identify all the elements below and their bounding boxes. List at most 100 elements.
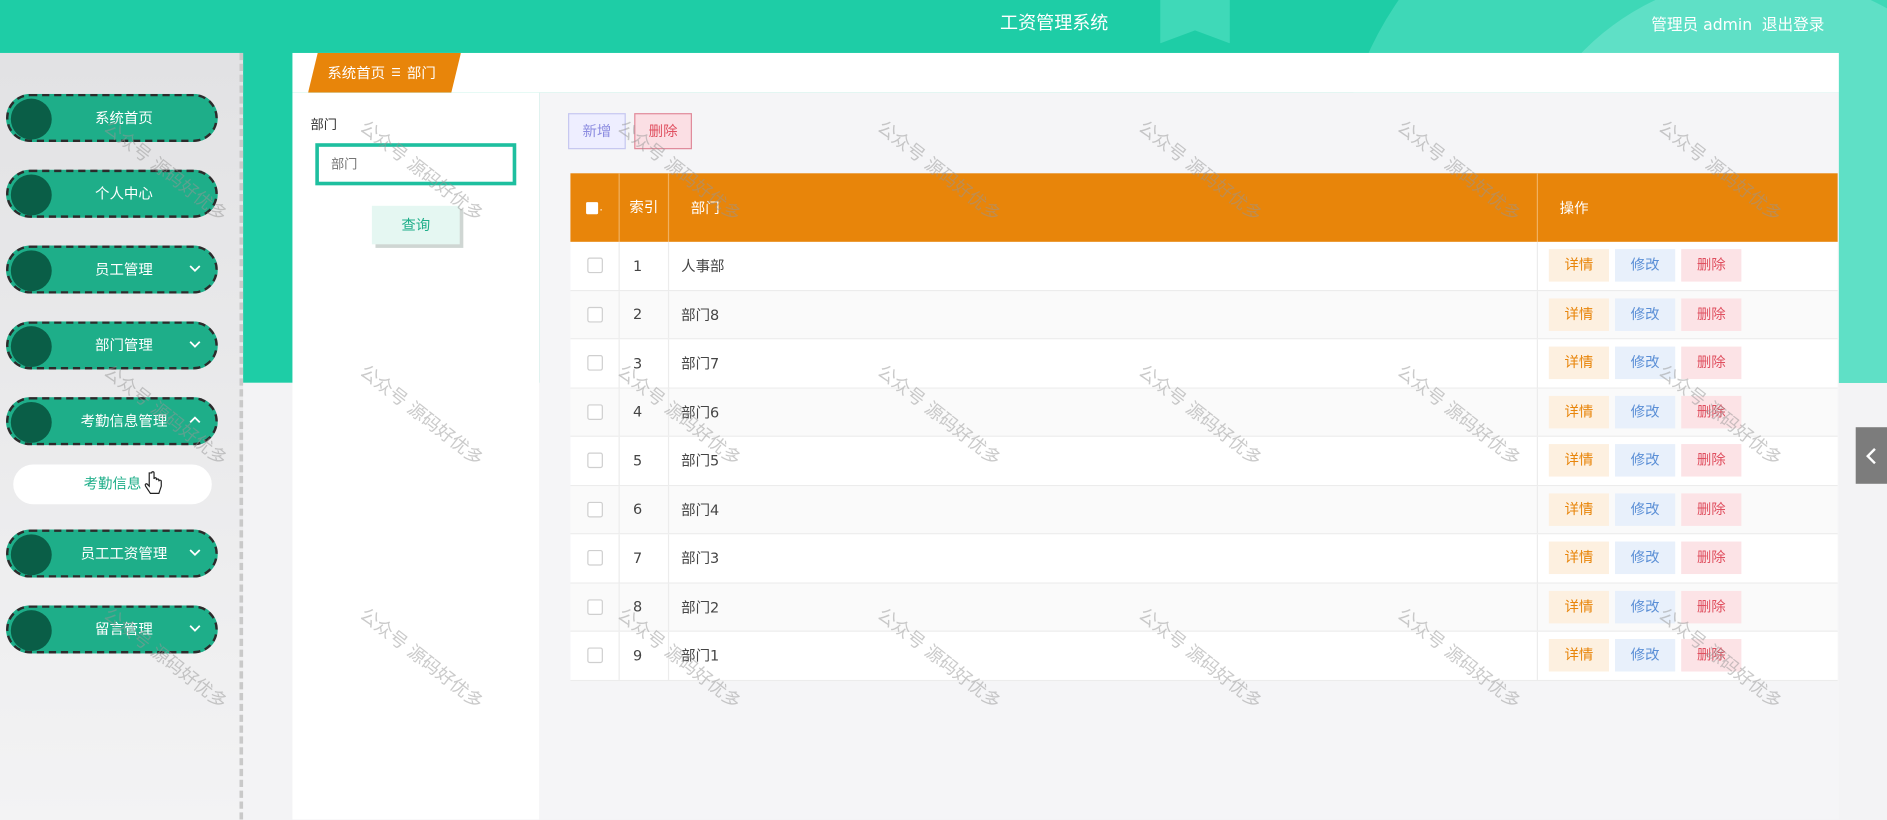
row-dept: 部门2 xyxy=(669,583,1538,631)
delete-button[interactable]: 删除 xyxy=(1681,590,1742,624)
batch-delete-button[interactable]: 删除 xyxy=(634,113,692,150)
table-header: . 索引 部门 操作 xyxy=(570,173,1838,242)
header-ops: 操作 xyxy=(1559,199,1589,217)
menu-dot-icon xyxy=(10,326,52,368)
row-select xyxy=(570,388,620,436)
row-checkbox[interactable] xyxy=(586,550,603,566)
header-index: 索引 xyxy=(620,173,670,242)
sidebar-item-profile[interactable]: 个人中心 xyxy=(6,169,218,218)
row-checkbox[interactable] xyxy=(586,257,603,274)
menu-dot-icon xyxy=(10,174,52,216)
collapse-tab[interactable] xyxy=(1855,427,1887,484)
row-checkbox[interactable] xyxy=(586,355,603,371)
row-ops: 详情 修改 删除 xyxy=(1538,242,1838,290)
row-index: 9 xyxy=(620,631,670,680)
detail-button[interactable]: 详情 xyxy=(1548,346,1609,380)
delete-button[interactable]: 删除 xyxy=(1681,541,1742,575)
detail-button[interactable]: 详情 xyxy=(1548,590,1609,624)
row-dept: 部门4 xyxy=(669,485,1538,534)
delete-button[interactable]: 删除 xyxy=(1681,395,1742,429)
sidebar-item-employees[interactable]: 员工管理 xyxy=(6,245,218,294)
row-checkbox[interactable] xyxy=(586,501,603,518)
row-checkbox[interactable] xyxy=(586,306,603,323)
detail-button[interactable]: 详情 xyxy=(1548,395,1609,429)
sidebar-item-home[interactable]: 系统首页 xyxy=(6,93,218,143)
detail-button[interactable]: 详情 xyxy=(1548,639,1609,672)
breadcrumb-home[interactable]: 系统首页 xyxy=(327,63,385,83)
edit-button[interactable]: 修改 xyxy=(1615,298,1676,331)
detail-button[interactable]: 详情 xyxy=(1548,249,1609,282)
search-label: 部门 xyxy=(310,116,337,133)
row-index: 4 xyxy=(620,388,670,436)
edit-button[interactable]: 修改 xyxy=(1615,590,1676,624)
detail-button[interactable]: 详情 xyxy=(1548,493,1609,526)
sidebar-item-salary[interactable]: 员工工资管理 xyxy=(6,529,218,578)
edit-button[interactable]: 修改 xyxy=(1615,444,1676,477)
table-row: 9 部门1 详情 修改 删除 xyxy=(570,631,1838,681)
sidebar-subitem-attendance-info[interactable]: 考勤信息 xyxy=(13,464,212,505)
chevron-down-icon xyxy=(189,625,201,632)
logout-link[interactable]: 退出登录 xyxy=(1762,12,1825,35)
delete-button[interactable]: 删除 xyxy=(1681,346,1742,380)
edit-button[interactable]: 修改 xyxy=(1615,541,1676,575)
row-select xyxy=(570,485,620,534)
row-checkbox[interactable] xyxy=(586,647,603,664)
delete-button[interactable]: 删除 xyxy=(1681,444,1742,477)
row-index: 1 xyxy=(620,241,670,290)
row-ops: 详情 修改 删除 xyxy=(1538,437,1838,485)
chevron-up-icon xyxy=(189,416,201,424)
delete-button[interactable]: 删除 xyxy=(1681,298,1742,331)
row-dept: 部门7 xyxy=(669,339,1538,387)
detail-button[interactable]: 详情 xyxy=(1548,298,1609,331)
delete-button[interactable]: 删除 xyxy=(1681,639,1742,672)
add-button[interactable]: 新增 xyxy=(568,113,626,150)
sidebar-item-departments[interactable]: 部门管理 xyxy=(6,321,218,370)
edit-button[interactable]: 修改 xyxy=(1615,346,1676,380)
select-all-checkbox[interactable] xyxy=(586,201,599,214)
sidebar-item-label: 个人中心 xyxy=(95,185,153,203)
user-area: 管理员 admin 退出登录 xyxy=(1651,12,1824,35)
query-button[interactable]: 查询 xyxy=(371,205,460,245)
user-label: 管理员 admin xyxy=(1651,16,1753,35)
row-dept: 人事部 xyxy=(669,241,1538,290)
row-ops: 详情 修改 删除 xyxy=(1538,291,1838,339)
row-ops: 详情 修改 删除 xyxy=(1538,486,1838,534)
row-checkbox[interactable] xyxy=(586,452,603,469)
delete-button[interactable]: 删除 xyxy=(1681,493,1742,526)
hand-cursor-icon xyxy=(144,471,162,495)
table-row: 6 部门4 详情 修改 删除 xyxy=(570,485,1838,535)
header-select-all[interactable]: . xyxy=(570,173,620,242)
search-panel xyxy=(292,92,540,820)
sidebar-item-attendance[interactable]: 考勤信息管理 xyxy=(6,397,218,446)
dept-search-input[interactable] xyxy=(315,143,517,186)
row-select xyxy=(570,339,620,387)
edit-button[interactable]: 修改 xyxy=(1615,493,1676,526)
row-checkbox[interactable] xyxy=(586,599,603,615)
detail-button[interactable]: 详情 xyxy=(1548,444,1609,477)
row-dept: 部门8 xyxy=(669,290,1538,339)
breadcrumb-separator-icon: ☰ xyxy=(391,66,401,79)
table-row: 1 人事部 详情 修改 删除 xyxy=(570,241,1838,291)
table-row: 2 部门8 详情 修改 删除 xyxy=(570,290,1838,340)
detail-button[interactable]: 详情 xyxy=(1548,541,1609,575)
dept-table: . 索引 部门 操作 1 人事部 详情 修改 删除 2 部门8 详情 修改 删除 3 部门7 详情 修改删… xyxy=(570,173,1838,681)
table-row: 8 部门2 详情 修改 删除 xyxy=(570,583,1838,632)
sidebar-item-messages[interactable]: 留言管理 xyxy=(6,605,218,654)
table-row: 3 部门7 详情 修改 删除 xyxy=(570,339,1838,389)
row-checkbox[interactable] xyxy=(586,404,603,420)
row-index: 8 xyxy=(620,583,670,631)
row-dept: 部门3 xyxy=(669,534,1538,582)
row-ops: 详情 修改 删除 xyxy=(1538,388,1838,436)
row-index: 3 xyxy=(620,339,670,387)
edit-button[interactable]: 修改 xyxy=(1615,395,1676,429)
delete-button[interactable]: 删除 xyxy=(1681,249,1742,282)
row-ops: 详情 修改 删除 xyxy=(1538,632,1838,680)
edit-button[interactable]: 修改 xyxy=(1615,639,1676,672)
app-title: 工资管理系统 xyxy=(1000,12,1109,34)
table-row: 4 部门6 详情 修改 删除 xyxy=(570,388,1838,437)
table-body: 1 人事部 详情 修改 删除 2 部门8 详情 修改 删除 3 部门7 详情 修改 删除 4 部门6 详情 修改 删除… xyxy=(570,241,1838,681)
edit-button[interactable]: 修改 xyxy=(1615,249,1676,282)
row-index: 5 xyxy=(620,436,670,485)
sidebar-item-label: 部门管理 xyxy=(95,336,153,354)
row-index: 7 xyxy=(620,534,670,582)
